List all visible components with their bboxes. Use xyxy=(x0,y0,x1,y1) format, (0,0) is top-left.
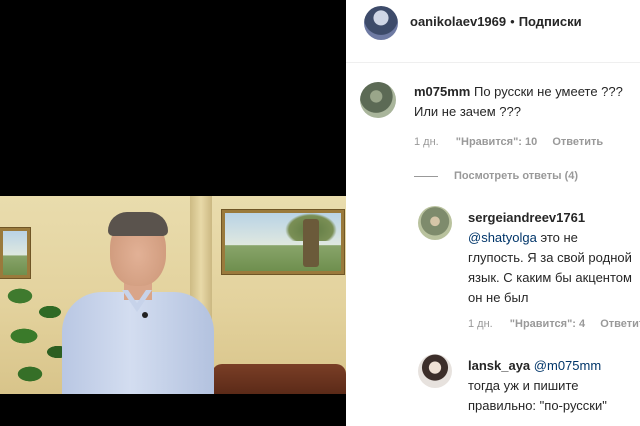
owner-avatar[interactable] xyxy=(364,6,398,40)
replies-divider-line xyxy=(414,175,438,177)
reply-body: тогда уж и пишите правильно: "по-русски" xyxy=(468,378,607,413)
comment-time[interactable]: 1 дн. xyxy=(414,136,439,148)
reply-text: lansk_aya @m075mm тогда уж и пишите прав… xyxy=(468,356,634,416)
view-replies-button[interactable]: Посмотреть ответы (4) xyxy=(414,170,578,182)
header-separator: • xyxy=(510,14,515,29)
reply-avatar[interactable] xyxy=(418,354,452,388)
post-media[interactable] xyxy=(0,0,346,426)
follow-status-button[interactable]: Подписки xyxy=(519,14,582,29)
post-header: oanikolaev1969 • Подписки xyxy=(346,0,640,63)
lapel-microphone xyxy=(142,312,148,318)
commenter-avatar[interactable] xyxy=(360,82,396,118)
comment-likes[interactable]: "Нравится": 10 xyxy=(456,136,537,148)
wall-painting-landscape xyxy=(222,210,344,274)
reply-likes[interactable]: "Нравится": 4 xyxy=(510,318,585,330)
reply-avatar[interactable] xyxy=(418,206,452,240)
reply-text: sergeiandreev1761 @shatyolga это не глуп… xyxy=(468,208,632,308)
video-frame[interactable] xyxy=(0,196,346,394)
reply-time[interactable]: 1 дн. xyxy=(468,318,493,330)
reply-meta: 1 дн. "Нравится": 4 Ответить xyxy=(468,318,640,330)
comment-meta: 1 дн. "Нравится": 10 Ответить xyxy=(414,136,603,148)
reply-reply-button[interactable]: Ответить xyxy=(600,318,640,330)
speaker-person xyxy=(58,212,218,394)
view-replies-label: Посмотреть ответы (4) xyxy=(454,170,579,182)
leather-sofa xyxy=(212,364,346,394)
commenter-username[interactable]: m075mm xyxy=(414,84,470,99)
reply-mention-link[interactable]: @m075mm xyxy=(534,358,601,373)
reply-mention-link[interactable]: @shatyolga xyxy=(468,230,537,245)
reply-username[interactable]: sergeiandreev1761 xyxy=(468,210,585,225)
header-text: oanikolaev1969 • Подписки xyxy=(410,14,582,29)
reply-username[interactable]: lansk_aya xyxy=(468,358,530,373)
comment-text: m075mm По русски не умеете ??? Или не за… xyxy=(414,82,628,122)
comments-panel: oanikolaev1969 • Подписки m075mm По русски… xyxy=(346,0,640,426)
owner-username[interactable]: oanikolaev1969 xyxy=(410,14,506,29)
reply-button[interactable]: Ответить xyxy=(552,136,603,148)
